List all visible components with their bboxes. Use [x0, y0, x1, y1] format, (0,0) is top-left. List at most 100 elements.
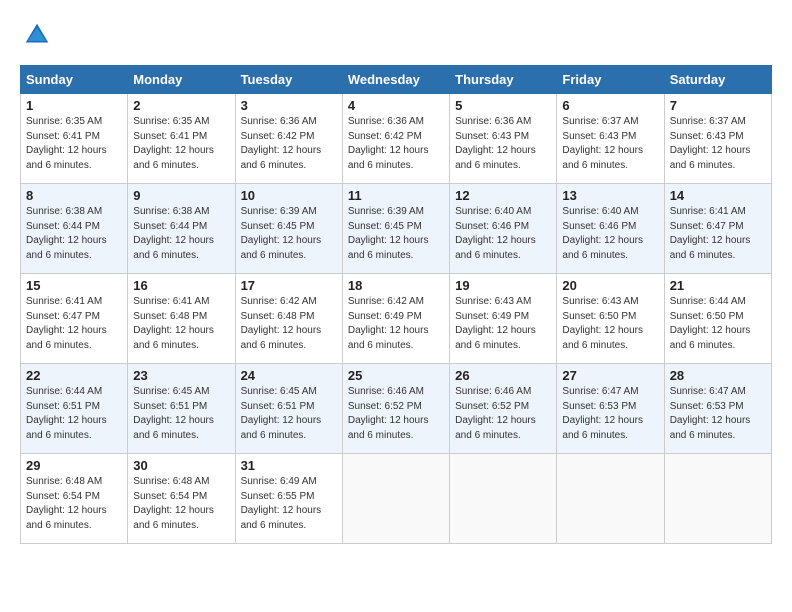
calendar-cell: 23 Sunrise: 6:45 AMSunset: 6:51 PMDaylig…	[128, 364, 235, 454]
calendar-cell: 3 Sunrise: 6:36 AMSunset: 6:42 PMDayligh…	[235, 94, 342, 184]
col-header-tuesday: Tuesday	[235, 66, 342, 94]
calendar-cell: 30 Sunrise: 6:48 AMSunset: 6:54 PMDaylig…	[128, 454, 235, 544]
header-row: SundayMondayTuesdayWednesdayThursdayFrid…	[21, 66, 772, 94]
calendar-cell: 27 Sunrise: 6:47 AMSunset: 6:53 PMDaylig…	[557, 364, 664, 454]
day-info: Sunrise: 6:36 AMSunset: 6:42 PMDaylight:…	[241, 116, 322, 171]
day-info: Sunrise: 6:40 AMSunset: 6:46 PMDaylight:…	[455, 206, 536, 261]
day-info: Sunrise: 6:36 AMSunset: 6:42 PMDaylight:…	[348, 116, 429, 171]
day-info: Sunrise: 6:48 AMSunset: 6:54 PMDaylight:…	[26, 476, 107, 531]
calendar-cell: 8 Sunrise: 6:38 AMSunset: 6:44 PMDayligh…	[21, 184, 128, 274]
calendar-cell: 16 Sunrise: 6:41 AMSunset: 6:48 PMDaylig…	[128, 274, 235, 364]
day-info: Sunrise: 6:45 AMSunset: 6:51 PMDaylight:…	[241, 386, 322, 441]
day-info: Sunrise: 6:46 AMSunset: 6:52 PMDaylight:…	[348, 386, 429, 441]
col-header-saturday: Saturday	[664, 66, 771, 94]
day-number: 31	[241, 458, 337, 473]
day-number: 18	[348, 278, 444, 293]
day-number: 5	[455, 98, 551, 113]
day-number: 25	[348, 368, 444, 383]
day-info: Sunrise: 6:38 AMSunset: 6:44 PMDaylight:…	[133, 206, 214, 261]
calendar-cell: 15 Sunrise: 6:41 AMSunset: 6:47 PMDaylig…	[21, 274, 128, 364]
day-info: Sunrise: 6:49 AMSunset: 6:55 PMDaylight:…	[241, 476, 322, 531]
day-number: 3	[241, 98, 337, 113]
logo	[20, 20, 52, 55]
week-row-5: 29 Sunrise: 6:48 AMSunset: 6:54 PMDaylig…	[21, 454, 772, 544]
day-info: Sunrise: 6:45 AMSunset: 6:51 PMDaylight:…	[133, 386, 214, 441]
day-number: 15	[26, 278, 122, 293]
week-row-3: 15 Sunrise: 6:41 AMSunset: 6:47 PMDaylig…	[21, 274, 772, 364]
day-number: 30	[133, 458, 229, 473]
calendar-cell: 2 Sunrise: 6:35 AMSunset: 6:41 PMDayligh…	[128, 94, 235, 184]
col-header-thursday: Thursday	[450, 66, 557, 94]
day-number: 12	[455, 188, 551, 203]
calendar-cell: 21 Sunrise: 6:44 AMSunset: 6:50 PMDaylig…	[664, 274, 771, 364]
day-number: 10	[241, 188, 337, 203]
calendar-cell: 17 Sunrise: 6:42 AMSunset: 6:48 PMDaylig…	[235, 274, 342, 364]
calendar-cell: 10 Sunrise: 6:39 AMSunset: 6:45 PMDaylig…	[235, 184, 342, 274]
calendar-cell: 19 Sunrise: 6:43 AMSunset: 6:49 PMDaylig…	[450, 274, 557, 364]
logo-icon	[22, 20, 52, 50]
calendar-cell: 14 Sunrise: 6:41 AMSunset: 6:47 PMDaylig…	[664, 184, 771, 274]
day-info: Sunrise: 6:44 AMSunset: 6:51 PMDaylight:…	[26, 386, 107, 441]
week-row-4: 22 Sunrise: 6:44 AMSunset: 6:51 PMDaylig…	[21, 364, 772, 454]
calendar-cell: 26 Sunrise: 6:46 AMSunset: 6:52 PMDaylig…	[450, 364, 557, 454]
day-info: Sunrise: 6:43 AMSunset: 6:49 PMDaylight:…	[455, 296, 536, 351]
calendar-cell: 12 Sunrise: 6:40 AMSunset: 6:46 PMDaylig…	[450, 184, 557, 274]
day-number: 24	[241, 368, 337, 383]
calendar-cell	[450, 454, 557, 544]
calendar-cell: 24 Sunrise: 6:45 AMSunset: 6:51 PMDaylig…	[235, 364, 342, 454]
page-header	[20, 20, 772, 55]
calendar-cell	[342, 454, 449, 544]
day-number: 6	[562, 98, 658, 113]
day-info: Sunrise: 6:35 AMSunset: 6:41 PMDaylight:…	[133, 116, 214, 171]
day-number: 22	[26, 368, 122, 383]
day-info: Sunrise: 6:43 AMSunset: 6:50 PMDaylight:…	[562, 296, 643, 351]
calendar-cell: 22 Sunrise: 6:44 AMSunset: 6:51 PMDaylig…	[21, 364, 128, 454]
day-number: 2	[133, 98, 229, 113]
day-info: Sunrise: 6:41 AMSunset: 6:47 PMDaylight:…	[670, 206, 751, 261]
day-number: 13	[562, 188, 658, 203]
calendar-table: SundayMondayTuesdayWednesdayThursdayFrid…	[20, 65, 772, 544]
day-number: 26	[455, 368, 551, 383]
calendar-cell: 11 Sunrise: 6:39 AMSunset: 6:45 PMDaylig…	[342, 184, 449, 274]
calendar-cell: 9 Sunrise: 6:38 AMSunset: 6:44 PMDayligh…	[128, 184, 235, 274]
calendar-cell: 6 Sunrise: 6:37 AMSunset: 6:43 PMDayligh…	[557, 94, 664, 184]
calendar-cell: 4 Sunrise: 6:36 AMSunset: 6:42 PMDayligh…	[342, 94, 449, 184]
day-info: Sunrise: 6:42 AMSunset: 6:48 PMDaylight:…	[241, 296, 322, 351]
calendar-cell: 29 Sunrise: 6:48 AMSunset: 6:54 PMDaylig…	[21, 454, 128, 544]
day-number: 23	[133, 368, 229, 383]
day-info: Sunrise: 6:37 AMSunset: 6:43 PMDaylight:…	[562, 116, 643, 171]
calendar-cell: 18 Sunrise: 6:42 AMSunset: 6:49 PMDaylig…	[342, 274, 449, 364]
week-row-2: 8 Sunrise: 6:38 AMSunset: 6:44 PMDayligh…	[21, 184, 772, 274]
day-info: Sunrise: 6:37 AMSunset: 6:43 PMDaylight:…	[670, 116, 751, 171]
calendar-cell	[664, 454, 771, 544]
calendar-cell: 25 Sunrise: 6:46 AMSunset: 6:52 PMDaylig…	[342, 364, 449, 454]
day-number: 14	[670, 188, 766, 203]
calendar-cell: 5 Sunrise: 6:36 AMSunset: 6:43 PMDayligh…	[450, 94, 557, 184]
calendar-cell: 13 Sunrise: 6:40 AMSunset: 6:46 PMDaylig…	[557, 184, 664, 274]
day-info: Sunrise: 6:38 AMSunset: 6:44 PMDaylight:…	[26, 206, 107, 261]
day-info: Sunrise: 6:48 AMSunset: 6:54 PMDaylight:…	[133, 476, 214, 531]
day-number: 21	[670, 278, 766, 293]
day-number: 4	[348, 98, 444, 113]
col-header-sunday: Sunday	[21, 66, 128, 94]
day-number: 9	[133, 188, 229, 203]
day-info: Sunrise: 6:35 AMSunset: 6:41 PMDaylight:…	[26, 116, 107, 171]
day-number: 11	[348, 188, 444, 203]
day-info: Sunrise: 6:42 AMSunset: 6:49 PMDaylight:…	[348, 296, 429, 351]
day-number: 20	[562, 278, 658, 293]
day-number: 17	[241, 278, 337, 293]
day-number: 7	[670, 98, 766, 113]
col-header-friday: Friday	[557, 66, 664, 94]
day-info: Sunrise: 6:36 AMSunset: 6:43 PMDaylight:…	[455, 116, 536, 171]
day-number: 8	[26, 188, 122, 203]
day-number: 16	[133, 278, 229, 293]
day-info: Sunrise: 6:41 AMSunset: 6:47 PMDaylight:…	[26, 296, 107, 351]
day-number: 29	[26, 458, 122, 473]
day-info: Sunrise: 6:39 AMSunset: 6:45 PMDaylight:…	[348, 206, 429, 261]
day-number: 28	[670, 368, 766, 383]
col-header-wednesday: Wednesday	[342, 66, 449, 94]
day-info: Sunrise: 6:47 AMSunset: 6:53 PMDaylight:…	[670, 386, 751, 441]
week-row-1: 1 Sunrise: 6:35 AMSunset: 6:41 PMDayligh…	[21, 94, 772, 184]
day-info: Sunrise: 6:47 AMSunset: 6:53 PMDaylight:…	[562, 386, 643, 441]
day-number: 27	[562, 368, 658, 383]
